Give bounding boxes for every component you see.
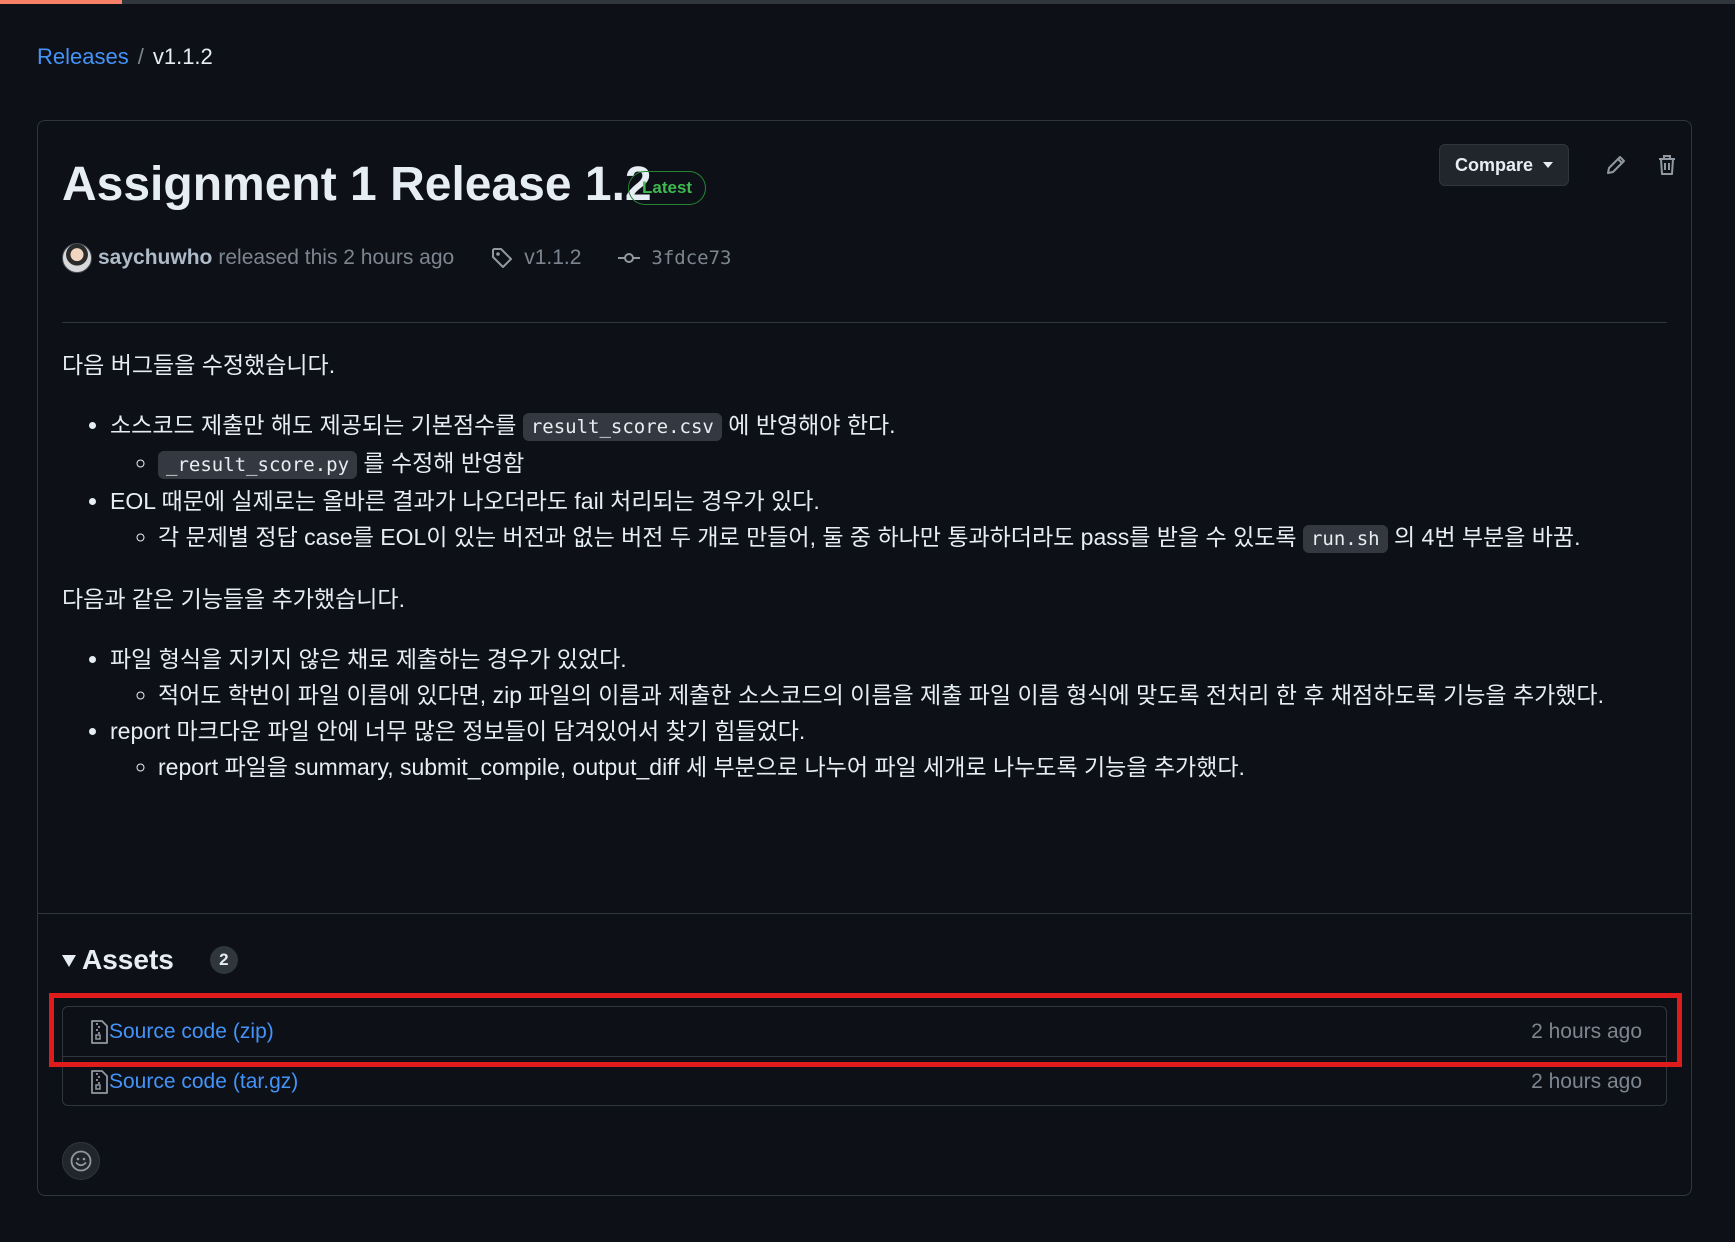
trash-icon: [1659, 155, 1675, 175]
asset-label: Source code: [109, 1070, 227, 1093]
commit-link[interactable]: 3fdce73: [617, 243, 732, 273]
release-title: Assignment 1 Release 1.2: [62, 158, 652, 211]
assets-section: Assets 2 Source code (zip) 2 hours ago S…: [38, 913, 1691, 1180]
fix2-text: EOL 때문에 실제로는 올바른 결과가 나오더라도 fail 처리되는 경우가…: [110, 488, 820, 514]
header-divider: [62, 322, 1667, 323]
list-item: _result_score.py 를 수정해 반영함: [158, 445, 1667, 483]
delete-release-button[interactable]: [1649, 147, 1685, 183]
author-link[interactable]: saychuwho: [98, 243, 212, 273]
breadcrumb: Releases / v1.1.2: [37, 42, 213, 72]
sub-list: _result_score.py 를 수정해 반영함: [110, 445, 1667, 483]
assets-title: Assets: [82, 944, 174, 975]
sub-list: 각 문제별 정답 case를 EOL이 있는 버전과 없는 버전 두 개로 만들…: [110, 519, 1667, 557]
compare-button[interactable]: Compare: [1439, 144, 1569, 186]
fix2-sub-text-after: 의 4번 부분을 바꿈.: [1387, 524, 1581, 550]
features-heading: 다음과 같은 기능들을 추가했습니다.: [62, 586, 405, 612]
breadcrumb-releases-link[interactable]: Releases: [37, 42, 129, 72]
asset-row-zip: Source code (zip) 2 hours ago: [63, 1007, 1666, 1057]
inline-code: result_score.csv: [522, 413, 722, 441]
release-notes: 다음 버그들을 수정했습니다. 소스코드 제출만 해도 제공되는 기본점수를 r…: [62, 347, 1667, 809]
release-meta: saychuwho released this 2 hours ago v1.1…: [62, 243, 732, 273]
fix1-text: 소스코드 제출만 해도 제공되는 기본점수를: [110, 412, 523, 438]
asset-list: Source code (zip) 2 hours ago Source cod…: [49, 993, 1682, 1107]
edit-release-button[interactable]: [1598, 147, 1634, 183]
fixes-heading: 다음 버그들을 수정했습니다.: [62, 352, 336, 378]
released-time-text: released this 2 hours ago: [218, 246, 455, 269]
inline-code: _result_score.py: [158, 451, 358, 479]
add-reaction-button[interactable]: [62, 1142, 100, 1180]
fix2-sub-text: 각 문제별 정답 case를 EOL이 있는 버전과 없는 버전 두 개로 만들…: [158, 524, 1303, 550]
inline-code: run.sh: [1302, 525, 1388, 553]
caret-down-icon: [1543, 162, 1554, 168]
commit-icon: [618, 253, 641, 263]
breadcrumb-separator: /: [137, 44, 144, 69]
asset-row-tar-gz: Source code (tar.gz) 2 hours ago: [63, 1057, 1666, 1107]
feature1-text: 파일 형식을 지키지 않은 채로 제출하는 경우가 있었다.: [110, 646, 627, 672]
avatar[interactable]: [62, 243, 92, 273]
source-code-zip-link[interactable]: Source code (zip): [89, 1020, 274, 1044]
list-item: 파일 형식을 지키지 않은 채로 제출하는 경우가 있었다. 적어도 학번이 파…: [110, 641, 1667, 713]
commit-hash: 3fdce73: [651, 247, 732, 269]
pencil-icon: [1607, 156, 1625, 174]
fix1-sub-text: 를 수정해 반영함: [357, 450, 525, 476]
asset-suffix: (zip): [232, 1019, 274, 1043]
smiley-icon: [70, 1150, 92, 1172]
file-zip-icon: [91, 1070, 108, 1094]
assets-toggle[interactable]: Assets 2: [62, 944, 238, 976]
compare-button-label: Compare: [1454, 154, 1534, 175]
sub-list: 적어도 학번이 파일 이름에 있다면, zip 파일의 이름과 제출한 소스코드…: [110, 677, 1667, 713]
list-item: report 마크다운 파일 안에 너무 많은 정보들이 담겨있어서 찾기 힘들…: [110, 713, 1667, 785]
top-progress-accent: [0, 0, 122, 4]
source-code-tar-gz-link[interactable]: Source code (tar.gz): [89, 1070, 298, 1094]
asset-time: 2 hours ago: [1531, 1070, 1642, 1093]
triangle-down-icon: [62, 955, 76, 967]
fixes-list: 소스코드 제출만 해도 제공되는 기본점수를 result_score.csv …: [62, 407, 1667, 557]
asset-label: Source code: [109, 1019, 227, 1043]
list-item: 소스코드 제출만 해도 제공되는 기본점수를 result_score.csv …: [110, 407, 1667, 483]
top-border: [0, 0, 1735, 4]
list-item: report 파일을 summary, submit_compile, outp…: [158, 749, 1667, 785]
release-card: Assignment 1 Release 1.2 Latest Compare …: [37, 120, 1692, 1196]
sub-list: report 파일을 summary, submit_compile, outp…: [110, 749, 1667, 785]
breadcrumb-current: v1.1.2: [152, 44, 213, 69]
asset-time: 2 hours ago: [1531, 1019, 1642, 1043]
tag-link[interactable]: v1.1.2: [490, 243, 581, 273]
file-zip-icon: [91, 1019, 108, 1044]
feature2-text: report 마크다운 파일 안에 너무 많은 정보들이 담겨있어서 찾기 힘들…: [110, 718, 806, 744]
list-item: EOL 때문에 실제로는 올바른 결과가 나오더라도 fail 처리되는 경우가…: [110, 483, 1667, 557]
tag-icon: [492, 248, 513, 268]
asset-suffix: (tar.gz): [232, 1070, 299, 1093]
assets-count-badge: 2: [209, 946, 238, 974]
fix1-text-after: 에 반영해야 한다.: [721, 412, 896, 438]
list-item: 적어도 학번이 파일 이름에 있다면, zip 파일의 이름과 제출한 소스코드…: [158, 677, 1667, 713]
features-list: 파일 형식을 지키지 않은 채로 제출하는 경우가 있었다. 적어도 학번이 파…: [62, 641, 1667, 785]
tag-label: v1.1.2: [524, 246, 582, 269]
latest-badge: Latest: [628, 171, 707, 205]
list-item: 각 문제별 정답 case를 EOL이 있는 버전과 없는 버전 두 개로 만들…: [158, 519, 1667, 557]
